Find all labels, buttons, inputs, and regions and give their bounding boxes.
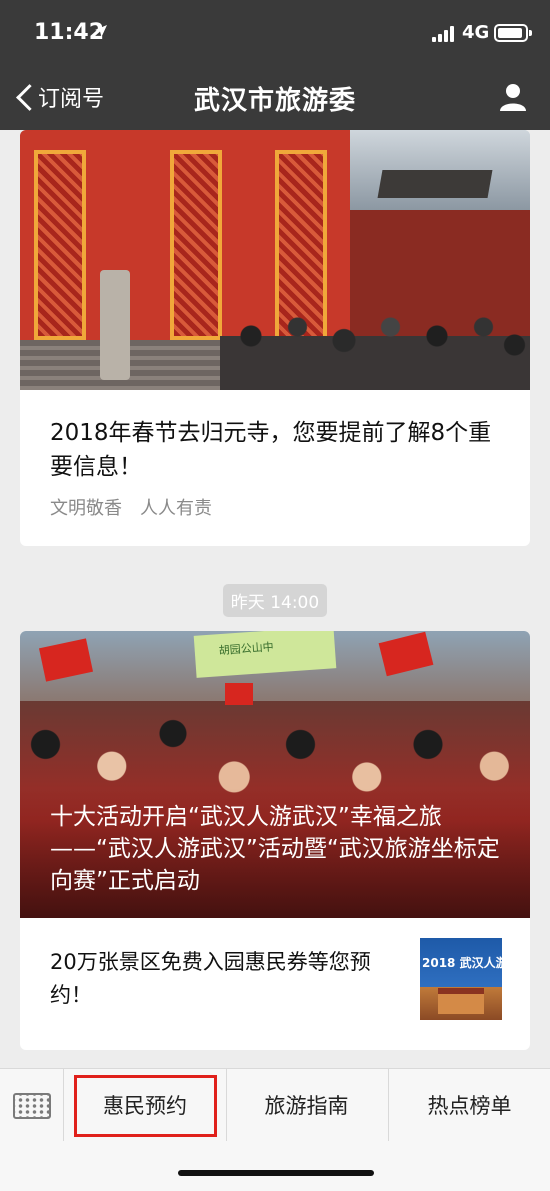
keyboard-toggle-button[interactable] bbox=[0, 1069, 64, 1141]
header: 11:42 4G 订阅号 武汉市旅游委 bbox=[0, 0, 550, 130]
feature-article[interactable]: 胡园公山中 十大活动开启“武汉人游武汉”幸福之旅——“武汉人游武汉”活动暨“武汉… bbox=[20, 631, 530, 918]
article-group-card: 胡园公山中 十大活动开启“武汉人游武汉”幸福之旅——“武汉人游武汉”活动暨“武汉… bbox=[20, 631, 530, 1050]
flag bbox=[38, 638, 94, 682]
menu-item-hot-list[interactable]: 热点榜单 bbox=[388, 1069, 550, 1141]
location-arrow-icon bbox=[95, 25, 107, 37]
temple-door bbox=[170, 150, 222, 340]
article-cover-image bbox=[20, 130, 530, 390]
sub-article-title: 20万张景区免费入园惠民券等您预约！ bbox=[50, 950, 371, 1007]
home-indicator[interactable] bbox=[178, 1170, 374, 1176]
menu-item-travel-guide[interactable]: 旅游指南 bbox=[226, 1069, 386, 1141]
stone-pillar bbox=[100, 270, 130, 380]
temple-door bbox=[34, 150, 86, 340]
message-feed[interactable]: 2018年春节去归元寺，您要提前了解8个重要信息！ 文明敬香 人人有责 昨天 1… bbox=[0, 130, 550, 1068]
sub-article-thumbnail: 2018 武汉人游武汉 bbox=[420, 938, 502, 1020]
status-bar: 11:42 4G bbox=[0, 0, 550, 64]
article-card[interactable]: 2018年春节去归元寺，您要提前了解8个重要信息！ 文明敬香 人人有责 bbox=[20, 130, 530, 546]
menu-item-booking[interactable]: 惠民预约 bbox=[66, 1069, 224, 1141]
banner-text: 胡园公山中 bbox=[218, 640, 275, 658]
profile-icon[interactable] bbox=[498, 82, 528, 112]
temple-eaves bbox=[377, 170, 493, 198]
flag bbox=[378, 631, 434, 677]
timestamp-row: 昨天 14:00 bbox=[0, 584, 550, 617]
feature-article-title: 十大活动开启“武汉人游武汉”幸福之旅——“武汉人游武汉”活动暨“武汉旅游坐标定向… bbox=[50, 804, 500, 894]
nav-bar: 订阅号 武汉市旅游委 bbox=[0, 64, 550, 130]
banner-image: 胡园公山中 bbox=[193, 631, 337, 678]
crowd bbox=[220, 300, 530, 390]
article-title: 2018年春节去归元寺，您要提前了解8个重要信息！ bbox=[50, 420, 492, 480]
page-title: 武汉市旅游委 bbox=[193, 86, 356, 116]
message-timestamp: 昨天 14:00 bbox=[222, 584, 328, 617]
thumbnail-building bbox=[438, 988, 484, 1014]
network-type: 4G bbox=[462, 22, 490, 43]
signal-icon bbox=[432, 26, 458, 42]
sub-article[interactable]: 20万张景区免费入园惠民券等您预约！ 2018 武汉人游武汉 bbox=[20, 918, 530, 1050]
keyboard-icon bbox=[13, 1093, 51, 1119]
flag bbox=[225, 683, 253, 705]
article-subtitle: 文明敬香 人人有责 bbox=[50, 498, 212, 519]
thumbnail-text: 2018 武汉人游武汉 bbox=[422, 956, 502, 970]
battery-icon bbox=[494, 24, 532, 42]
